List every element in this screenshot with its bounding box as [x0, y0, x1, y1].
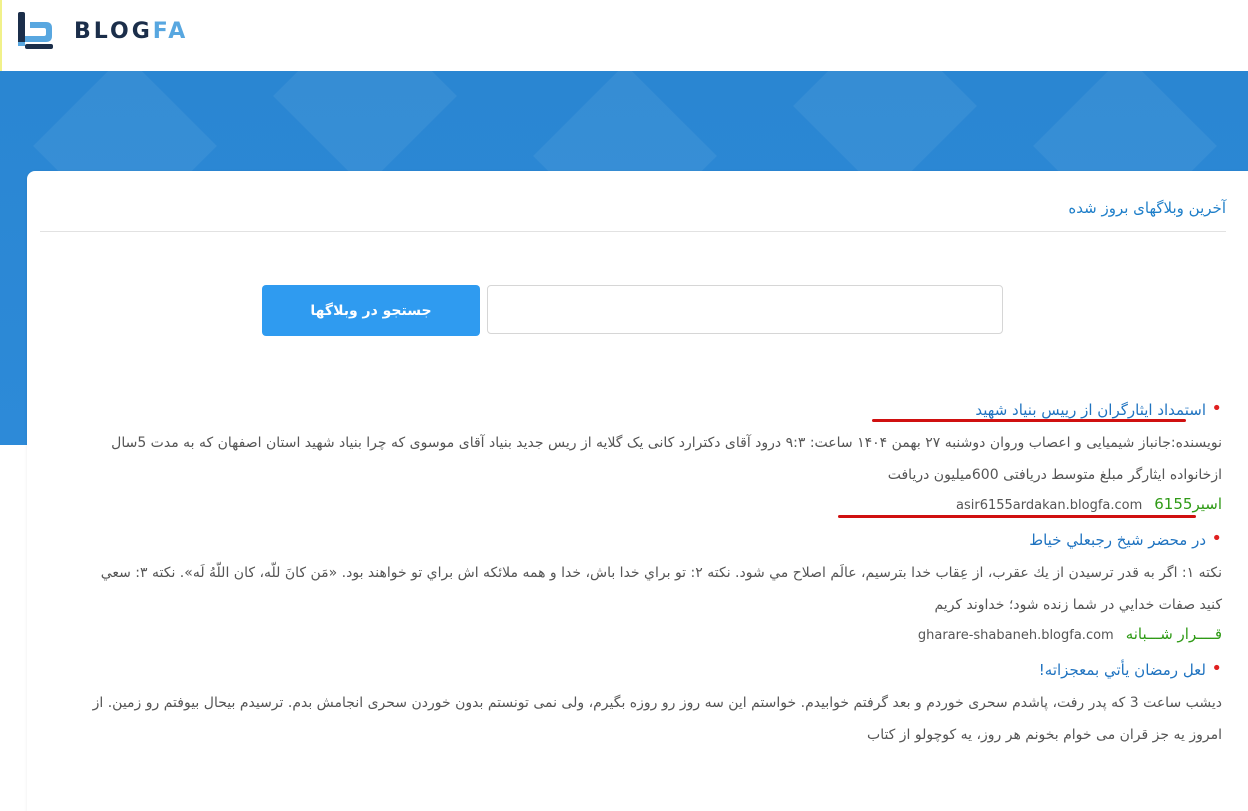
card-title: آخرین وبلاگهای بروز شده	[1068, 199, 1226, 217]
list-item: استمداد ایثارگران از رییس بنیاد شهید نوی…	[87, 398, 1222, 517]
post-excerpt: دیشب ساعت 3 که پدر رفت، پاشدم سحری خوردم…	[92, 695, 1222, 743]
post-meta: قــــرار شـــبانه gharare-shabaneh.blogf…	[87, 623, 1222, 647]
post-title-link[interactable]: لعل رمضان يأتي بمعجزاته!	[87, 658, 1222, 681]
list-item: لعل رمضان يأتي بمعجزاته! دیشب ساعت 3 که …	[87, 658, 1222, 751]
post-meta: اسیر6155 asir6155ardakan.blogfa.com	[87, 493, 1222, 517]
search-blogs-button[interactable]: جستجو در وبلاگها	[262, 285, 480, 336]
top-bar: BLOGFA	[0, 0, 1248, 71]
post-excerpt: نكته ۱: اگر به قدر ترسيدن از يك عقرب، از…	[100, 565, 1222, 613]
post-list: استمداد ایثارگران از رییس بنیاد شهید نوی…	[87, 398, 1222, 763]
search-input[interactable]	[487, 285, 1003, 334]
post-author-link[interactable]: قــــرار شـــبانه	[1126, 623, 1222, 645]
annotation-underline	[872, 419, 1186, 422]
annotation-underline	[838, 515, 1196, 518]
post-title-link[interactable]: استمداد ایثارگران از رییس بنیاد شهید	[87, 398, 1222, 421]
divider	[40, 231, 1226, 232]
post-author-link[interactable]: اسیر6155	[1154, 493, 1222, 515]
blogfa-logo-icon	[18, 12, 53, 49]
list-item: در محضر شيخ رجبعلي خياط نكته ۱: اگر به ق…	[87, 528, 1222, 647]
post-url: gharare-shabaneh.blogfa.com	[917, 628, 1114, 643]
updated-blogs-card: آخرین وبلاگهای بروز شده جستجو در وبلاگها…	[27, 171, 1248, 811]
blogfa-logo[interactable]: BLOGFA	[16, 12, 188, 50]
post-title-link[interactable]: در محضر شيخ رجبعلي خياط	[87, 528, 1222, 551]
post-excerpt: نویسنده:جانباز شیمیایی و اعصاب وروان دوش…	[111, 435, 1222, 483]
post-url: asir6155ardakan.blogfa.com	[956, 498, 1143, 513]
logo-text: BLOGFA	[74, 18, 189, 44]
